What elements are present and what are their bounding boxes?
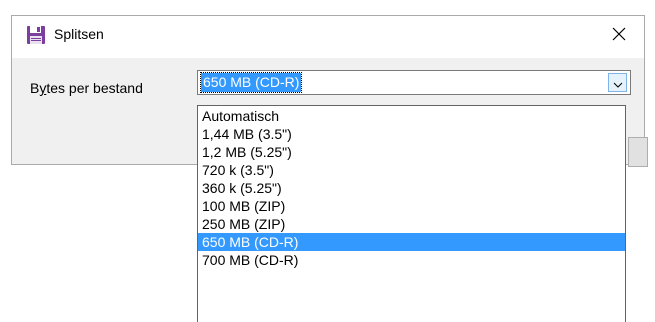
partially-hidden-button[interactable]: [628, 137, 648, 167]
bytes-per-file-combobox[interactable]: 650 MB (CD-R): [197, 70, 631, 95]
dropdown-option[interactable]: 1,44 MB (3.5"): [198, 125, 625, 143]
close-button[interactable]: [602, 20, 636, 50]
dropdown-option[interactable]: Automatisch: [198, 107, 625, 125]
window-title: Splitsen: [54, 26, 104, 42]
close-icon: [612, 26, 626, 45]
dropdown-list: Automatisch 1,44 MB (3.5") 1,2 MB (5.25"…: [197, 105, 626, 322]
dropdown-option[interactable]: 720 k (3.5"): [198, 161, 625, 179]
label-rest: tes per bestand: [46, 80, 143, 96]
dropdown-option[interactable]: 1,2 MB (5.25"): [198, 143, 625, 161]
dropdown-option[interactable]: 100 MB (ZIP): [198, 197, 625, 215]
dropdown-option[interactable]: 360 k (5.25"): [198, 179, 625, 197]
dropdown-option-selected[interactable]: 650 MB (CD-R): [198, 233, 625, 251]
title-bar: Splitsen: [12, 16, 644, 58]
dropdown-toggle[interactable]: [608, 73, 627, 92]
label-prefix: B: [30, 80, 40, 96]
floppy-disk-icon: [26, 25, 46, 45]
dropdown-option[interactable]: 700 MB (CD-R): [198, 251, 625, 269]
chevron-down-icon: [613, 73, 623, 92]
combobox-selected-value: 650 MB (CD-R): [199, 72, 303, 93]
dropdown-option[interactable]: 250 MB (ZIP): [198, 215, 625, 233]
bytes-per-file-label: Bytes per bestand: [30, 80, 143, 96]
